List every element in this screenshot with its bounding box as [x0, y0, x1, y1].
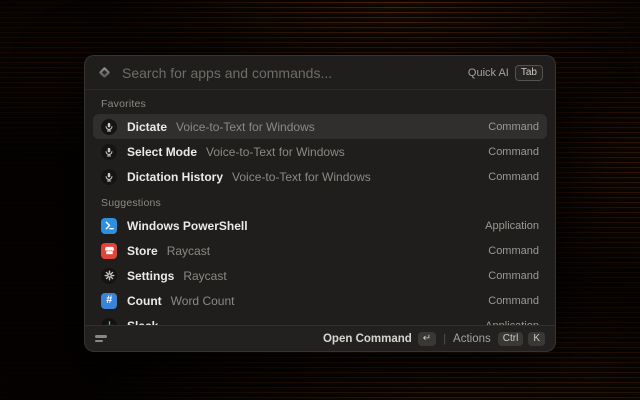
- list-item-dictate[interactable]: Dictate Voice-to-Text for Windows Comman…: [93, 114, 547, 139]
- footer-logo-icon: [95, 334, 109, 344]
- quick-ai-label: Quick AI: [468, 67, 509, 79]
- hash-icon: #: [101, 293, 117, 309]
- item-kind: Command: [488, 121, 539, 133]
- list-item-windows-powershell[interactable]: Windows PowerShell Application: [93, 213, 547, 238]
- k-key-badge: K: [528, 332, 545, 346]
- gear-icon: [101, 268, 117, 284]
- microphone-icon: [101, 144, 117, 160]
- item-subtitle: Voice-to-Text for Windows: [206, 145, 345, 159]
- launcher-logo-icon: [97, 65, 112, 80]
- item-kind: Command: [488, 295, 539, 307]
- microphone-icon: [101, 169, 117, 185]
- item-subtitle: Raycast: [183, 269, 226, 283]
- item-subtitle: Word Count: [171, 294, 235, 308]
- section-header-suggestions: Suggestions: [93, 189, 547, 213]
- enter-key-badge: ↵: [418, 332, 436, 346]
- slack-icon: [101, 318, 117, 326]
- footer-divider: |: [443, 333, 446, 345]
- ctrl-key-badge: Ctrl: [498, 332, 524, 346]
- list-item-store[interactable]: Store Raycast Command: [93, 238, 547, 263]
- item-title: Count: [127, 294, 162, 308]
- item-title: Windows PowerShell: [127, 219, 248, 233]
- search-input[interactable]: [122, 65, 458, 81]
- item-title: Settings: [127, 269, 174, 283]
- item-subtitle: Voice-to-Text for Windows: [232, 170, 371, 184]
- microphone-icon: [101, 119, 117, 135]
- actions-label: Actions: [453, 333, 491, 345]
- item-title: Select Mode: [127, 145, 197, 159]
- actions-button[interactable]: Actions Ctrl K: [453, 332, 545, 346]
- list-item-dictation-history[interactable]: Dictation History Voice-to-Text for Wind…: [93, 164, 547, 189]
- quick-ai-button[interactable]: Quick AI Tab: [468, 65, 543, 81]
- open-command-button[interactable]: Open Command ↵: [323, 332, 436, 346]
- search-bar: Quick AI Tab: [85, 56, 555, 90]
- item-kind: Application: [485, 220, 539, 232]
- item-title: Dictation History: [127, 170, 223, 184]
- item-kind: Command: [488, 171, 539, 183]
- footer-bar: Open Command ↵ | Actions Ctrl K: [85, 325, 555, 351]
- list-item-count[interactable]: # Count Word Count Command: [93, 288, 547, 313]
- list-item-settings[interactable]: Settings Raycast Command: [93, 263, 547, 288]
- tab-key-badge: Tab: [515, 65, 543, 81]
- open-command-label: Open Command: [323, 333, 412, 345]
- list-item-select-mode[interactable]: Select Mode Voice-to-Text for Windows Co…: [93, 139, 547, 164]
- results-list: Favorites Dictate Voice-to-Text for Wind…: [85, 90, 555, 325]
- powershell-icon: [101, 218, 117, 234]
- item-title: Store: [127, 244, 158, 258]
- item-title: Dictate: [127, 120, 167, 134]
- item-kind: Command: [488, 245, 539, 257]
- list-item-slack[interactable]: Slack Application: [93, 313, 547, 325]
- store-icon: [101, 243, 117, 259]
- item-kind: Command: [488, 146, 539, 158]
- item-subtitle: Voice-to-Text for Windows: [176, 120, 315, 134]
- item-subtitle: Raycast: [167, 244, 210, 258]
- launcher-panel: Quick AI Tab Favorites Dictate Voice-to-…: [84, 55, 556, 352]
- section-header-favorites: Favorites: [93, 90, 547, 114]
- item-kind: Command: [488, 270, 539, 282]
